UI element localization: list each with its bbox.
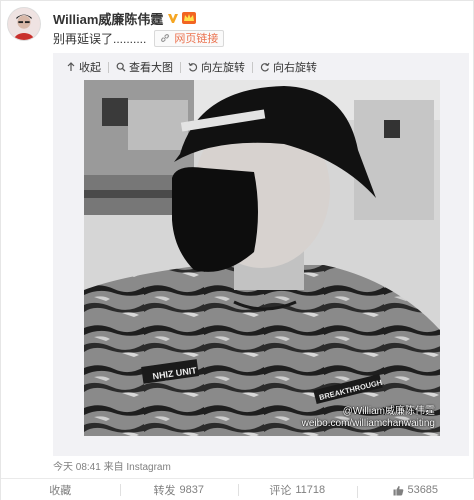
toolbar-divider	[252, 61, 253, 73]
magnifier-icon	[116, 62, 126, 72]
web-link-button[interactable]: 网页链接	[154, 29, 225, 47]
post-meta[interactable]: 今天 08:41 来自 Instagram	[53, 458, 171, 473]
username-link[interactable]: William威廉陈伟霆	[53, 9, 163, 28]
post-photo[interactable]: NHIZ UNIT BREAKTHROUGH @William威廉陈伟霆 wei…	[84, 80, 440, 436]
toolbar-divider	[108, 61, 109, 73]
rotate-right-icon	[260, 62, 270, 72]
like-button[interactable]: 53685	[356, 484, 474, 498]
collapse-button[interactable]: 收起	[66, 59, 101, 75]
weibo-post-card: William威廉陈伟霆 别再延误了.......... 网页链接 收起 查看大…	[0, 0, 474, 500]
crown-member-icon[interactable]	[182, 12, 197, 24]
comment-button[interactable]: 评论 11718	[238, 482, 357, 498]
thumbs-up-icon	[393, 485, 404, 495]
repost-button[interactable]: 转发 9837	[119, 482, 239, 498]
rotate-left-label: 向左旋转	[201, 62, 245, 74]
collapse-label: 收起	[79, 62, 101, 74]
media-toolbar: 收起 查看大图 向左旋转 向右旋转	[53, 53, 469, 81]
watermark-url: weibo.com/williamchanwaiting	[301, 418, 435, 429]
view-large-button[interactable]: 查看大图	[116, 59, 173, 75]
photo-watermark: @William威廉陈伟霆 weibo.com/williamchanwaiti…	[302, 406, 435, 430]
post-action-bar: 收藏 转发 9837 评论 11718 53685	[1, 478, 474, 500]
author-row: William威廉陈伟霆	[53, 9, 197, 28]
comment-label: 评论	[269, 485, 292, 497]
avatar[interactable]	[7, 7, 41, 41]
rotate-left-icon	[188, 62, 198, 72]
rotate-right-label: 向右旋转	[273, 62, 317, 74]
rotate-left-button[interactable]: 向左旋转	[188, 59, 245, 75]
view-large-label: 查看大图	[129, 62, 173, 74]
favorite-button[interactable]: 收藏	[1, 482, 120, 498]
like-count: 53685	[407, 484, 439, 496]
watermark-handle: @William威廉陈伟霆	[342, 406, 435, 417]
post-text: 别再延误了..........	[53, 31, 147, 46]
media-expanded-box: 收起 查看大图 向左旋转 向右旋转 NHIZ UNIT BREAKTHROUGH…	[53, 53, 469, 456]
repost-count: 9837	[179, 484, 204, 496]
verified-v-icon[interactable]	[167, 12, 179, 24]
toolbar-divider	[180, 61, 181, 73]
comment-count: 11718	[295, 484, 326, 496]
web-link-label: 网页链接	[174, 33, 219, 45]
rotate-right-button[interactable]: 向右旋转	[260, 59, 317, 75]
post-text-row: 别再延误了.......... 网页链接	[53, 29, 225, 47]
repost-label: 转发	[153, 485, 176, 497]
collapse-up-icon	[67, 62, 75, 71]
favorite-label: 收藏	[49, 485, 72, 497]
link-icon	[161, 34, 170, 42]
